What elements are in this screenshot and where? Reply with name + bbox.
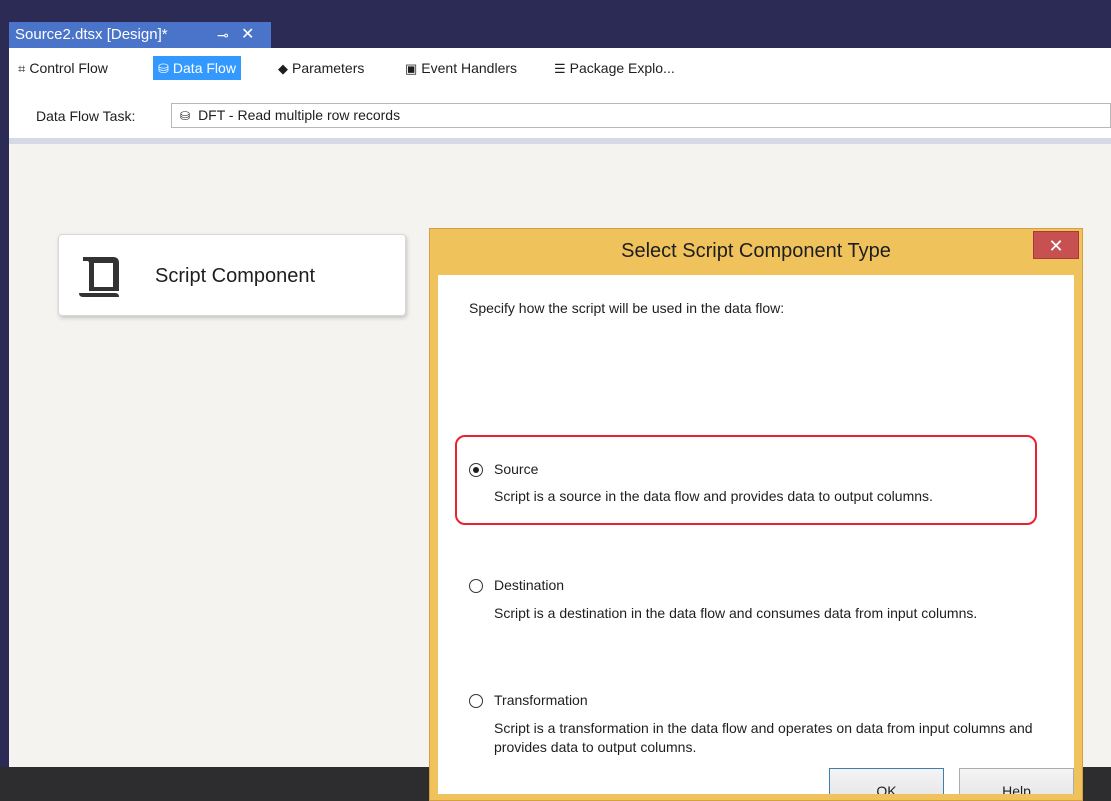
- tab-control-flow[interactable]: ⌗ Control Flow: [18, 56, 108, 80]
- pin-icon[interactable]: ⊸: [217, 22, 229, 48]
- dialog-body: Specify how the script will be used in t…: [438, 275, 1074, 794]
- script-component-icon: [79, 257, 119, 297]
- dialog-title: Select Script Component Type: [621, 240, 891, 262]
- data-flow-task-label: Data Flow Task:: [36, 108, 136, 124]
- script-component-box[interactable]: Script Component: [58, 234, 406, 316]
- tab-label: Event Handlers: [421, 60, 518, 76]
- design-canvas[interactable]: Script Component Select Script Component…: [9, 144, 1111, 801]
- source-option-highlight: [455, 435, 1037, 525]
- parameters-icon: ◆: [278, 61, 288, 76]
- package-explorer-icon: ☰: [554, 61, 566, 76]
- tab-label: Package Explo...: [569, 60, 675, 76]
- script-component-label: Script Component: [155, 265, 316, 287]
- data-flow-task-value: DFT - Read multiple row records: [198, 107, 401, 123]
- source-label[interactable]: Source: [494, 461, 538, 477]
- document-tab-title: Source2.dtsx [Design]*: [15, 26, 168, 43]
- ok-button[interactable]: OK: [829, 768, 944, 794]
- document-tab[interactable]: Source2.dtsx [Design]* ⊸ ✕: [9, 22, 271, 48]
- tab-event-handlers[interactable]: ▣ Event Handlers: [405, 56, 517, 80]
- close-icon[interactable]: ✕: [1033, 231, 1079, 259]
- tab-package-explorer[interactable]: ☰ Package Explo...: [554, 56, 675, 80]
- tab-label: Control Flow: [29, 60, 108, 76]
- data-flow-task-icon: ⛁: [180, 109, 191, 123]
- close-tab-icon[interactable]: ✕: [241, 22, 254, 48]
- control-flow-icon: ⌗: [18, 61, 26, 76]
- transformation-description: Script is a transformation in the data f…: [494, 720, 1033, 755]
- tab-label: Parameters: [292, 60, 365, 76]
- destination-radio[interactable]: [469, 579, 483, 593]
- tab-parameters[interactable]: ◆ Parameters: [278, 56, 364, 80]
- dialog-instruction: Specify how the script will be used in t…: [469, 300, 785, 316]
- event-handlers-icon: ▣: [405, 61, 418, 76]
- transformation-label[interactable]: Transformation: [494, 692, 588, 708]
- destination-label[interactable]: Destination: [494, 577, 564, 593]
- window-frame: [0, 0, 9, 767]
- select-script-component-type-dialog: Select Script Component Type ✕ Specify h…: [429, 228, 1083, 801]
- tab-data-flow[interactable]: ⛁ Data Flow: [153, 56, 241, 80]
- transformation-radio[interactable]: [469, 694, 483, 708]
- help-button[interactable]: Help: [959, 768, 1074, 794]
- source-description: Script is a source in the data flow and …: [494, 488, 933, 504]
- tab-label: Data Flow: [172, 60, 236, 76]
- destination-description: Script is a destination in the data flow…: [494, 605, 978, 621]
- data-flow-icon: ⛁: [158, 61, 169, 76]
- designer-tabs: ⌗ Control Flow ⛁ Data Flow ◆ Parameters ▣ Ev…: [9, 56, 1111, 80]
- source-radio[interactable]: [469, 463, 483, 477]
- designer-area: ⌗ Control Flow ⛁ Data Flow ◆ Parameters ▣ Ev…: [9, 48, 1111, 801]
- data-flow-task-select[interactable]: ⛁ DFT - Read multiple row records: [171, 103, 1111, 128]
